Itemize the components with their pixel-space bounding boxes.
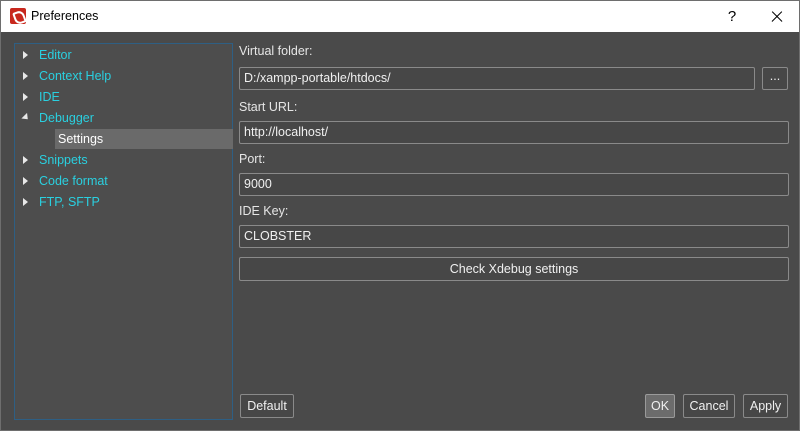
port-input[interactable]: 9000 xyxy=(239,173,789,196)
tree-item-editor[interactable]: Editor xyxy=(17,45,217,65)
tree-item-settings[interactable]: Settings xyxy=(55,129,233,149)
ide-key-label: IDE Key: xyxy=(239,204,289,218)
tree-item-label: Snippets xyxy=(39,153,88,167)
start-url-label: Start URL: xyxy=(239,100,298,114)
tree-item-label: IDE xyxy=(39,90,60,104)
ok-button[interactable]: OK xyxy=(645,394,675,418)
cancel-button[interactable]: Cancel xyxy=(683,394,735,418)
expand-arrow-icon[interactable] xyxy=(23,51,28,59)
tree-item-snippets[interactable]: Snippets xyxy=(17,150,217,170)
tree-item-label: Code format xyxy=(39,174,108,188)
expand-arrow-icon[interactable] xyxy=(23,177,28,185)
preferences-dialog: Preferences ? Editor Context Help IDE De… xyxy=(0,0,800,431)
ide-key-input[interactable]: CLOBSTER xyxy=(239,225,789,248)
default-button[interactable]: Default xyxy=(240,394,294,418)
tree-item-context-help[interactable]: Context Help xyxy=(17,66,217,86)
browse-folder-button[interactable]: ... xyxy=(762,67,788,90)
title-bar[interactable]: Preferences ? xyxy=(1,1,799,32)
expand-arrow-icon[interactable] xyxy=(23,72,28,80)
tree-item-label: Context Help xyxy=(39,69,112,83)
tree-item-label: Settings xyxy=(58,132,104,146)
virtual-folder-label: Virtual folder: xyxy=(239,44,313,58)
port-label: Port: xyxy=(239,152,266,166)
apply-button[interactable]: Apply xyxy=(743,394,788,418)
help-button[interactable]: ? xyxy=(717,1,747,32)
tree-item-debugger[interactable]: Debugger xyxy=(17,108,217,128)
tree-item-ide[interactable]: IDE xyxy=(17,87,217,107)
virtual-folder-input[interactable]: D:/xampp-portable/htdocs/ xyxy=(239,67,755,90)
start-url-input[interactable]: http://localhost/ xyxy=(239,121,789,144)
tree-item-label: FTP, SFTP xyxy=(39,195,100,209)
tree-item-label: Debugger xyxy=(39,111,94,125)
tree-item-ftp-sftp[interactable]: FTP, SFTP xyxy=(17,192,217,212)
check-xdebug-settings-button[interactable]: Check Xdebug settings xyxy=(239,257,789,281)
expand-arrow-icon[interactable] xyxy=(23,156,28,164)
preferences-tree[interactable]: Editor Context Help IDE Debugger Setting… xyxy=(14,43,233,420)
collapse-arrow-icon[interactable] xyxy=(21,112,31,123)
expand-arrow-icon[interactable] xyxy=(23,198,28,206)
tree-item-code-format[interactable]: Code format xyxy=(17,171,217,191)
expand-arrow-icon[interactable] xyxy=(23,93,28,101)
tree-item-label: Editor xyxy=(39,48,72,62)
app-logo-icon xyxy=(10,8,26,24)
close-icon[interactable] xyxy=(753,1,799,32)
window-title: Preferences xyxy=(31,9,99,23)
